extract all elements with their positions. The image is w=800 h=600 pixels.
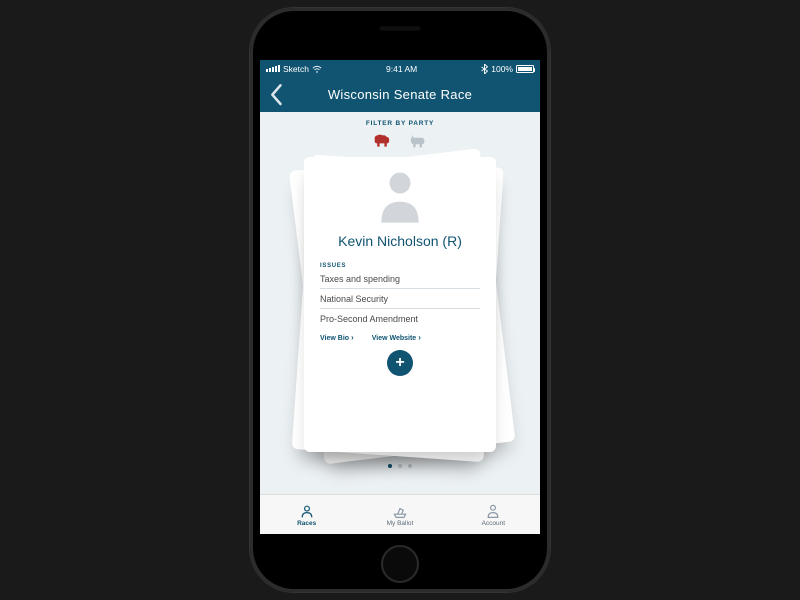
nav-bar: Wisconsin Senate Race [260,77,540,112]
chevron-right-icon: › [351,334,354,342]
content-area: FILTER BY PARTY [260,112,540,494]
battery-percent: 100% [491,64,513,74]
democrat-icon[interactable] [408,133,428,149]
tab-my-ballot[interactable]: My Ballot [353,495,446,534]
dot [408,464,412,468]
app-screen: Sketch 9:41 AM 100% Wisconsin Senate Rac… [260,60,540,534]
status-bar: Sketch 9:41 AM 100% [260,60,540,77]
dot [388,464,392,468]
add-button[interactable]: + [387,350,413,376]
status-time: 9:41 AM [386,64,417,74]
issue-item: Taxes and spending [320,269,480,289]
tab-races[interactable]: Races [260,495,353,534]
tab-label: Account [482,520,506,527]
dot [398,464,402,468]
party-filter [372,133,428,149]
races-icon [299,503,315,519]
account-icon [485,503,501,519]
page-title: Wisconsin Senate Race [270,87,530,102]
tab-label: Races [297,520,316,527]
tab-bar: Races My Ballot Account [260,494,540,534]
avatar-placeholder-icon [375,169,425,225]
battery-icon [516,65,534,73]
candidate-card-stack[interactable]: Kevin Nicholson (R) ISSUES Taxes and spe… [304,157,496,452]
candidate-card: Kevin Nicholson (R) ISSUES Taxes and spe… [304,157,496,452]
filter-label: FILTER BY PARTY [366,120,434,127]
phone-speaker [379,26,421,31]
view-website-link[interactable]: View Website› [372,334,421,342]
republican-icon[interactable] [372,133,392,149]
page-dots[interactable] [388,464,412,468]
bluetooth-icon [481,64,488,74]
chevron-right-icon: › [418,334,421,342]
ballot-icon [392,503,408,519]
phone-frame: Sketch 9:41 AM 100% Wisconsin Senate Rac… [250,8,550,592]
signal-bars-icon [266,65,280,72]
wifi-icon [312,65,322,73]
view-bio-link[interactable]: View Bio› [320,334,354,342]
candidate-name: Kevin Nicholson (R) [338,233,462,249]
issue-item: Pro-Second Amendment [320,309,480,328]
issue-item: National Security [320,289,480,309]
tab-label: My Ballot [387,520,414,527]
home-button[interactable] [381,545,419,583]
tab-account[interactable]: Account [447,495,540,534]
carrier-label: Sketch [283,64,309,74]
